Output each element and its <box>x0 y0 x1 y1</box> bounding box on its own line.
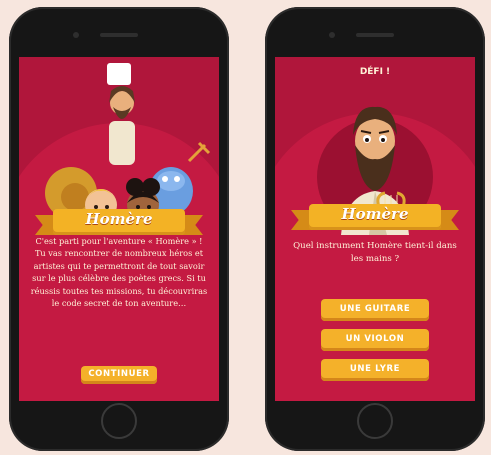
speaker-grille <box>356 33 394 37</box>
phone-left: Homère C'est parti pour l'aventure « Hom… <box>9 7 229 451</box>
speaker-grille <box>100 33 138 37</box>
title-ribbon: Homère <box>291 202 459 236</box>
front-camera <box>329 32 335 38</box>
continue-button[interactable]: CONTINUER <box>81 366 157 384</box>
answer-button-guitare[interactable]: UNE GUITARE <box>321 299 429 321</box>
front-camera <box>73 32 79 38</box>
ribbon-title: Homère <box>341 205 409 223</box>
challenge-question: Quel instrument Homère tient-il dans les… <box>293 241 457 264</box>
answer-button-lyre[interactable]: UNE LYRE <box>321 359 429 381</box>
ribbon-title: Homère <box>85 210 153 228</box>
challenge-screen: DÉFI ! Homère Quel instrument Homère tie… <box>275 57 475 401</box>
answer-button-violon[interactable]: UN VIOLON <box>321 329 429 351</box>
home-button[interactable] <box>357 403 393 439</box>
home-button[interactable] <box>101 403 137 439</box>
intro-paragraph: C'est parti pour l'aventure « Homère » !… <box>30 236 208 309</box>
homer-figure-icon <box>109 86 135 165</box>
phone-right: DÉFI ! Homère Quel instrument Homère tie… <box>265 7 485 451</box>
header-title: DÉFI ! <box>359 67 391 77</box>
intro-screen: Homère C'est parti pour l'aventure « Hom… <box>19 57 219 401</box>
